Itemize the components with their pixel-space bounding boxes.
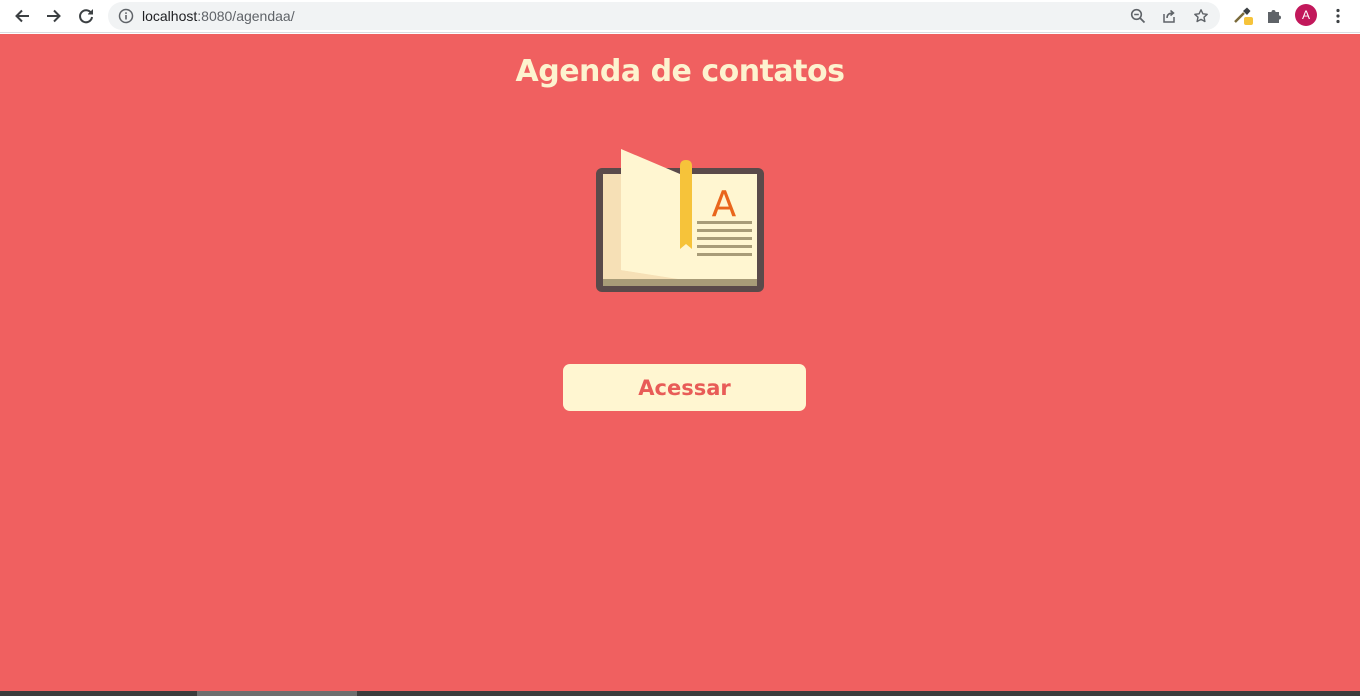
url-path: :8080/agendaa/ bbox=[197, 8, 295, 24]
browser-toolbar: localhost:8080/agendaa/ A bbox=[0, 0, 1360, 33]
back-arrow-icon[interactable] bbox=[9, 4, 35, 28]
eyedropper-extension-icon[interactable] bbox=[1232, 5, 1254, 27]
book-letter: A bbox=[712, 184, 737, 225]
avatar[interactable]: A bbox=[1295, 4, 1317, 26]
share-icon[interactable] bbox=[1160, 7, 1178, 25]
address-bar[interactable]: localhost:8080/agendaa/ bbox=[108, 2, 1220, 30]
forward-arrow-icon[interactable] bbox=[41, 4, 67, 28]
info-icon[interactable] bbox=[118, 8, 134, 24]
page-content: Agenda de contatos A Acessar bbox=[0, 34, 1360, 691]
star-icon[interactable] bbox=[1192, 7, 1210, 25]
url-host: localhost bbox=[142, 8, 198, 24]
url-text: localhost:8080/agendaa/ bbox=[142, 2, 295, 30]
access-button[interactable]: Acessar bbox=[563, 364, 806, 411]
puzzle-icon[interactable] bbox=[1263, 5, 1285, 27]
horizontal-scrollbar[interactable] bbox=[0, 691, 1360, 696]
page-title: Agenda de contatos bbox=[515, 54, 845, 89]
address-book-icon: A bbox=[596, 149, 764, 292]
zoom-out-icon[interactable] bbox=[1129, 7, 1147, 25]
scrollbar-thumb[interactable] bbox=[197, 691, 357, 696]
kebab-menu-icon[interactable] bbox=[1327, 5, 1349, 27]
reload-icon[interactable] bbox=[73, 4, 99, 28]
